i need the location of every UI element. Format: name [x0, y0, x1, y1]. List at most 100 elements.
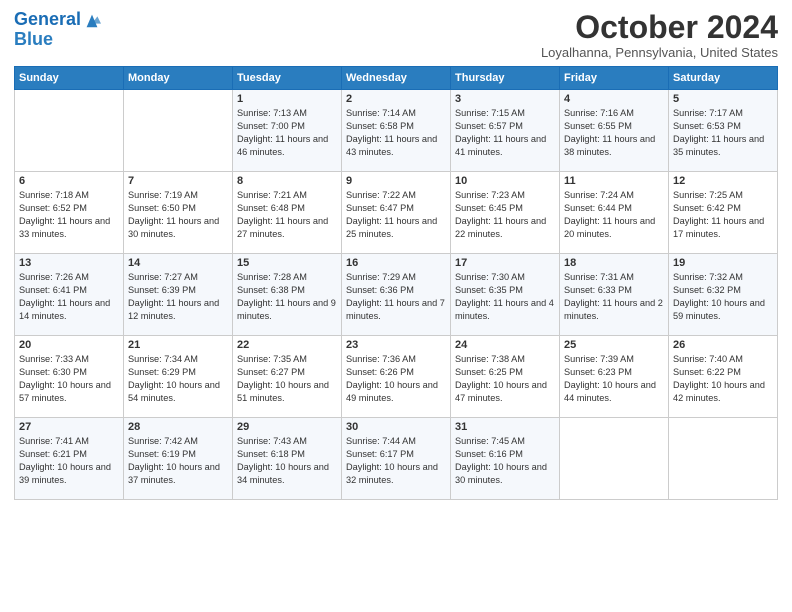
- day-number: 22: [237, 339, 337, 351]
- header-row: SundayMondayTuesdayWednesdayThursdayFrid…: [15, 67, 778, 90]
- day-info: Sunrise: 7:31 AMSunset: 6:33 PMDaylight:…: [564, 271, 664, 323]
- calendar-cell: [560, 418, 669, 500]
- calendar-week-3: 13 Sunrise: 7:26 AMSunset: 6:41 PMDayligh…: [15, 254, 778, 336]
- day-number: 15: [237, 257, 337, 269]
- day-number: 6: [19, 175, 119, 187]
- calendar-cell: 26 Sunrise: 7:40 AMSunset: 6:22 PMDayligh…: [669, 336, 778, 418]
- calendar-cell: 18 Sunrise: 7:31 AMSunset: 6:33 PMDayligh…: [560, 254, 669, 336]
- calendar-cell: 15Sunrise: 7:28 AMSunset: 6:38 PMDayligh…: [233, 254, 342, 336]
- logo-text: General: [14, 10, 81, 30]
- day-number: 10: [455, 175, 555, 187]
- day-info: Sunrise: 7:16 AMSunset: 6:55 PMDaylight:…: [564, 107, 664, 159]
- day-header-thursday: Thursday: [451, 67, 560, 90]
- day-number: 3: [455, 93, 555, 105]
- day-number: 7: [128, 175, 228, 187]
- day-info: Sunrise: 7:43 AMSunset: 6:18 PMDaylight:…: [237, 435, 337, 487]
- calendar-week-1: 1 Sunrise: 7:13 AMSunset: 7:00 PMDaylight…: [15, 90, 778, 172]
- calendar-cell: 11Sunrise: 7:24 AMSunset: 6:44 PMDayligh…: [560, 172, 669, 254]
- day-header-sunday: Sunday: [15, 67, 124, 90]
- calendar-cell: 22 Sunrise: 7:35 AMSunset: 6:27 PMDayligh…: [233, 336, 342, 418]
- day-number: 18: [564, 257, 664, 269]
- day-info: Sunrise: 7:14 AMSunset: 6:58 PMDaylight:…: [346, 107, 446, 159]
- day-info: Sunrise: 7:22 AMSunset: 6:47 PMDaylight:…: [346, 189, 446, 241]
- logo-icon: [83, 11, 101, 29]
- calendar-cell: 29 Sunrise: 7:43 AMSunset: 6:18 PMDayligh…: [233, 418, 342, 500]
- day-info: Sunrise: 7:38 AMSunset: 6:25 PMDaylight:…: [455, 353, 555, 405]
- calendar-cell: 2 Sunrise: 7:14 AMSunset: 6:58 PMDaylight…: [342, 90, 451, 172]
- day-number: 11: [564, 175, 664, 187]
- day-info: Sunrise: 7:29 AMSunset: 6:36 PMDaylight:…: [346, 271, 446, 323]
- calendar-cell: 21Sunrise: 7:34 AMSunset: 6:29 PMDayligh…: [124, 336, 233, 418]
- day-info: Sunrise: 7:18 AMSunset: 6:52 PMDaylight:…: [19, 189, 119, 241]
- calendar-cell: 1 Sunrise: 7:13 AMSunset: 7:00 PMDaylight…: [233, 90, 342, 172]
- day-number: 17: [455, 257, 555, 269]
- day-info: Sunrise: 7:41 AMSunset: 6:21 PMDaylight:…: [19, 435, 119, 487]
- day-info: Sunrise: 7:36 AMSunset: 6:26 PMDaylight:…: [346, 353, 446, 405]
- day-info: Sunrise: 7:21 AMSunset: 6:48 PMDaylight:…: [237, 189, 337, 241]
- day-number: 12: [673, 175, 773, 187]
- calendar-cell: 14 Sunrise: 7:27 AMSunset: 6:39 PMDayligh…: [124, 254, 233, 336]
- calendar-cell: 24Sunrise: 7:38 AMSunset: 6:25 PMDayligh…: [451, 336, 560, 418]
- day-info: Sunrise: 7:25 AMSunset: 6:42 PMDaylight:…: [673, 189, 773, 241]
- day-info: Sunrise: 7:30 AMSunset: 6:35 PMDaylight:…: [455, 271, 555, 323]
- day-number: 4: [564, 93, 664, 105]
- calendar-week-2: 6 Sunrise: 7:18 AMSunset: 6:52 PMDaylight…: [15, 172, 778, 254]
- day-info: Sunrise: 7:17 AMSunset: 6:53 PMDaylight:…: [673, 107, 773, 159]
- calendar-cell: 7 Sunrise: 7:19 AMSunset: 6:50 PMDaylight…: [124, 172, 233, 254]
- day-header-tuesday: Tuesday: [233, 67, 342, 90]
- day-info: Sunrise: 7:13 AMSunset: 7:00 PMDaylight:…: [237, 107, 337, 159]
- month-title: October 2024: [541, 10, 778, 45]
- calendar-cell: 27 Sunrise: 7:41 AMSunset: 6:21 PMDayligh…: [15, 418, 124, 500]
- day-number: 2: [346, 93, 446, 105]
- calendar-cell: 10Sunrise: 7:23 AMSunset: 6:45 PMDayligh…: [451, 172, 560, 254]
- day-info: Sunrise: 7:42 AMSunset: 6:19 PMDaylight:…: [128, 435, 228, 487]
- day-info: Sunrise: 7:26 AMSunset: 6:41 PMDaylight:…: [19, 271, 119, 323]
- day-info: Sunrise: 7:35 AMSunset: 6:27 PMDaylight:…: [237, 353, 337, 405]
- calendar-cell: 19Sunrise: 7:32 AMSunset: 6:32 PMDayligh…: [669, 254, 778, 336]
- day-number: 26: [673, 339, 773, 351]
- calendar-week-4: 20 Sunrise: 7:33 AMSunset: 6:30 PMDayligh…: [15, 336, 778, 418]
- day-number: 28: [128, 421, 228, 433]
- day-number: 23: [346, 339, 446, 351]
- calendar-cell: 12 Sunrise: 7:25 AMSunset: 6:42 PMDayligh…: [669, 172, 778, 254]
- logo-blue: Blue: [14, 30, 101, 48]
- calendar-cell: [124, 90, 233, 172]
- day-number: 1: [237, 93, 337, 105]
- day-number: 31: [455, 421, 555, 433]
- calendar-cell: 31 Sunrise: 7:45 AMSunset: 6:16 PMDayligh…: [451, 418, 560, 500]
- day-number: 29: [237, 421, 337, 433]
- calendar-cell: 17 Sunrise: 7:30 AMSunset: 6:35 PMDayligh…: [451, 254, 560, 336]
- day-number: 13: [19, 257, 119, 269]
- day-number: 30: [346, 421, 446, 433]
- day-header-friday: Friday: [560, 67, 669, 90]
- day-number: 20: [19, 339, 119, 351]
- calendar-cell: 20 Sunrise: 7:33 AMSunset: 6:30 PMDayligh…: [15, 336, 124, 418]
- calendar-cell: [15, 90, 124, 172]
- day-info: Sunrise: 7:34 AMSunset: 6:29 PMDaylight:…: [128, 353, 228, 405]
- calendar-table: SundayMondayTuesdayWednesdayThursdayFrid…: [14, 66, 778, 500]
- calendar-cell: 30 Sunrise: 7:44 AMSunset: 6:17 PMDayligh…: [342, 418, 451, 500]
- calendar-cell: 16Sunrise: 7:29 AMSunset: 6:36 PMDayligh…: [342, 254, 451, 336]
- day-number: 5: [673, 93, 773, 105]
- calendar-cell: 6 Sunrise: 7:18 AMSunset: 6:52 PMDaylight…: [15, 172, 124, 254]
- day-header-saturday: Saturday: [669, 67, 778, 90]
- calendar-cell: 13 Sunrise: 7:26 AMSunset: 6:41 PMDayligh…: [15, 254, 124, 336]
- day-number: 27: [19, 421, 119, 433]
- calendar-cell: 3Sunrise: 7:15 AMSunset: 6:57 PMDaylight…: [451, 90, 560, 172]
- day-header-monday: Monday: [124, 67, 233, 90]
- day-info: Sunrise: 7:44 AMSunset: 6:17 PMDaylight:…: [346, 435, 446, 487]
- day-info: Sunrise: 7:45 AMSunset: 6:16 PMDaylight:…: [455, 435, 555, 487]
- header: General Blue October 2024 Loyalhanna, Pe…: [14, 10, 778, 60]
- day-info: Sunrise: 7:40 AMSunset: 6:22 PMDaylight:…: [673, 353, 773, 405]
- calendar-cell: 4 Sunrise: 7:16 AMSunset: 6:55 PMDaylight…: [560, 90, 669, 172]
- day-number: 9: [346, 175, 446, 187]
- day-info: Sunrise: 7:19 AMSunset: 6:50 PMDaylight:…: [128, 189, 228, 241]
- calendar-cell: [669, 418, 778, 500]
- calendar-cell: 28 Sunrise: 7:42 AMSunset: 6:19 PMDayligh…: [124, 418, 233, 500]
- calendar-cell: 23 Sunrise: 7:36 AMSunset: 6:26 PMDayligh…: [342, 336, 451, 418]
- day-number: 14: [128, 257, 228, 269]
- day-info: Sunrise: 7:27 AMSunset: 6:39 PMDaylight:…: [128, 271, 228, 323]
- calendar-week-5: 27 Sunrise: 7:41 AMSunset: 6:21 PMDayligh…: [15, 418, 778, 500]
- location: Loyalhanna, Pennsylvania, United States: [541, 45, 778, 60]
- day-info: Sunrise: 7:33 AMSunset: 6:30 PMDaylight:…: [19, 353, 119, 405]
